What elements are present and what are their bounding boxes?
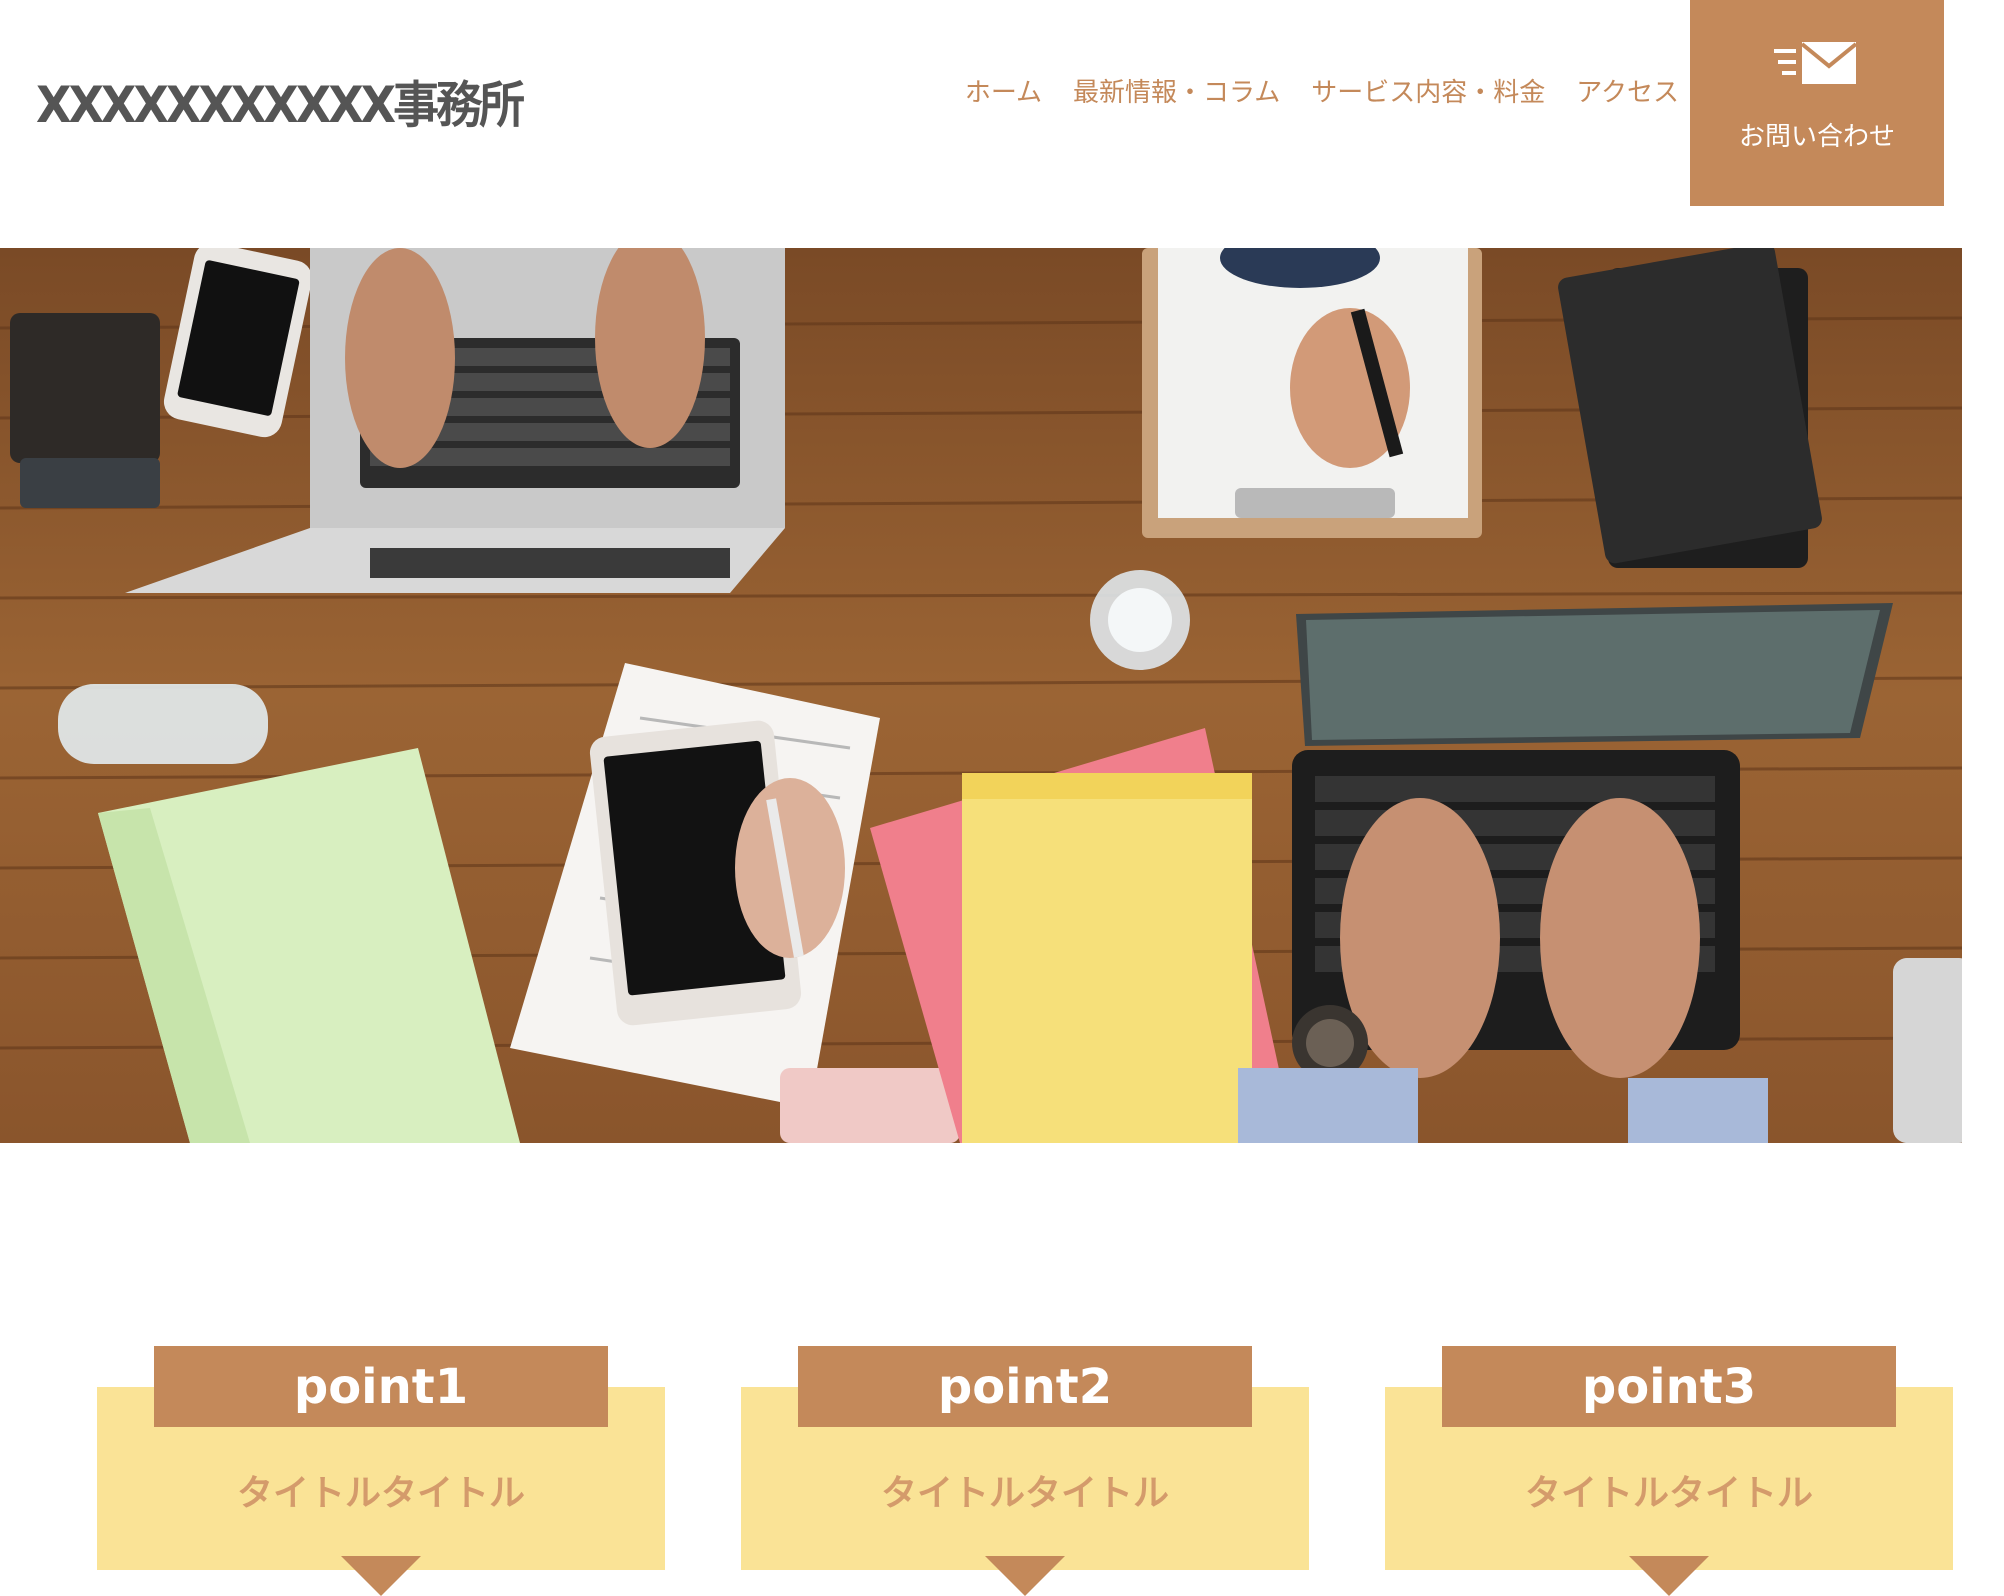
nav-services[interactable]: サービス内容・料金: [1311, 72, 1545, 109]
site-logo[interactable]: XXXXXXXXXXX事務所: [36, 66, 525, 137]
down-arrow-icon: [1629, 1556, 1709, 1596]
point-label: point2: [798, 1346, 1252, 1427]
down-arrow-icon: [985, 1556, 1065, 1596]
nav-home[interactable]: ホーム: [965, 72, 1042, 109]
point-title: タイトルタイトル: [236, 1473, 525, 1514]
mail-icon: [1774, 42, 1858, 84]
point-title: タイトルタイトル: [880, 1473, 1169, 1514]
point-card-3: point3 タイトルタイトル: [1385, 1346, 1953, 1596]
hero-image: [0, 248, 1962, 1143]
point-card-1: point1 タイトルタイトル: [97, 1346, 665, 1596]
point-label: point3: [1442, 1346, 1896, 1427]
desk-photo: [0, 248, 1962, 1143]
down-arrow-icon: [341, 1556, 421, 1596]
point-label: point1: [154, 1346, 608, 1427]
main-nav: ホーム 最新情報・コラム サービス内容・料金 アクセス: [965, 72, 1679, 109]
contact-label: お問い合わせ: [1738, 122, 1895, 152]
point-title: タイトルタイトル: [1524, 1473, 1813, 1514]
contact-button[interactable]: お問い合わせ: [1690, 0, 1944, 206]
nav-access[interactable]: アクセス: [1576, 72, 1679, 109]
point-card-2: point2 タイトルタイトル: [741, 1346, 1309, 1596]
nav-news[interactable]: 最新情報・コラム: [1073, 72, 1280, 109]
